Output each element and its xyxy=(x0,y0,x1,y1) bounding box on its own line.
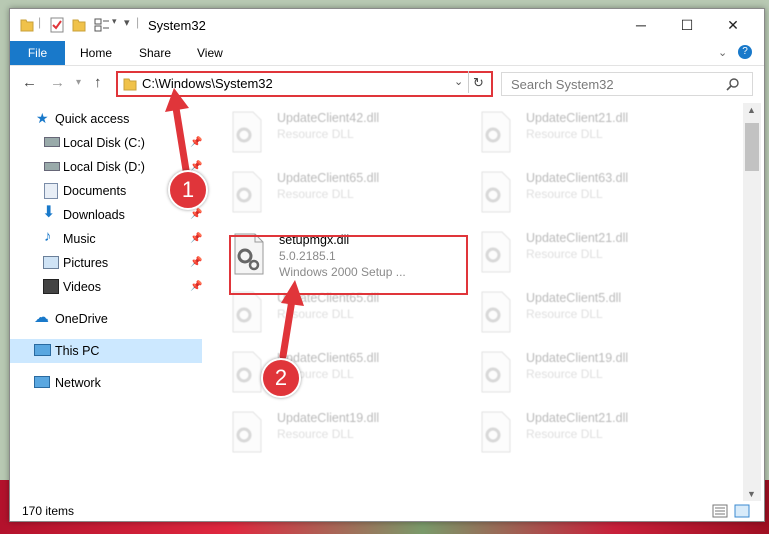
step-1-badge: 1 xyxy=(168,170,208,210)
annotation-arrows xyxy=(165,88,304,360)
step-2-badge: 2 xyxy=(261,358,301,398)
arrow-1 xyxy=(172,104,190,174)
arrowhead-1 xyxy=(165,88,189,112)
arrow-2 xyxy=(279,296,296,360)
arrowhead-2 xyxy=(281,280,304,306)
